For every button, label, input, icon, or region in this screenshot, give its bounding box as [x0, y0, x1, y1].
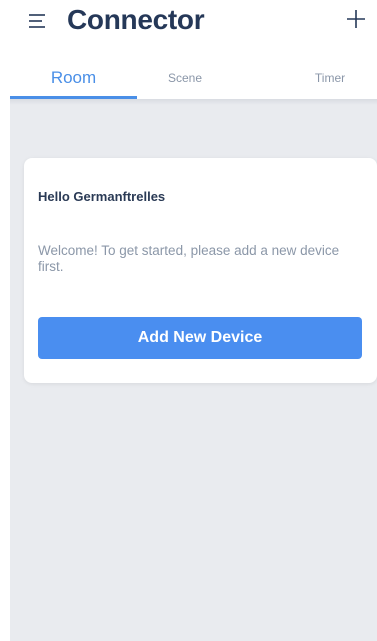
menu-icon[interactable]: [28, 13, 46, 29]
header: Connector: [0, 0, 377, 50]
tab-timer[interactable]: Timer: [290, 60, 370, 100]
add-new-device-button[interactable]: Add New Device: [38, 317, 362, 359]
tab-scene[interactable]: Scene: [130, 60, 240, 100]
tab-room[interactable]: Room: [10, 60, 137, 100]
welcome-message: Welcome! To get started, please add a ne…: [38, 243, 340, 274]
room-content: Hello Germanftrelles Welcome! To get sta…: [10, 99, 377, 641]
welcome-card: Hello Germanftrelles Welcome! To get sta…: [24, 158, 377, 383]
page-title: Connector: [67, 4, 205, 35]
greeting-text: Hello Germanftrelles: [38, 189, 166, 204]
tab-bar: Room Scene Timer: [10, 60, 377, 100]
plus-icon[interactable]: [345, 8, 367, 30]
content-shadow: [10, 99, 377, 105]
app-screen: Connector Room Scene Timer Hello Germanf…: [0, 0, 377, 641]
